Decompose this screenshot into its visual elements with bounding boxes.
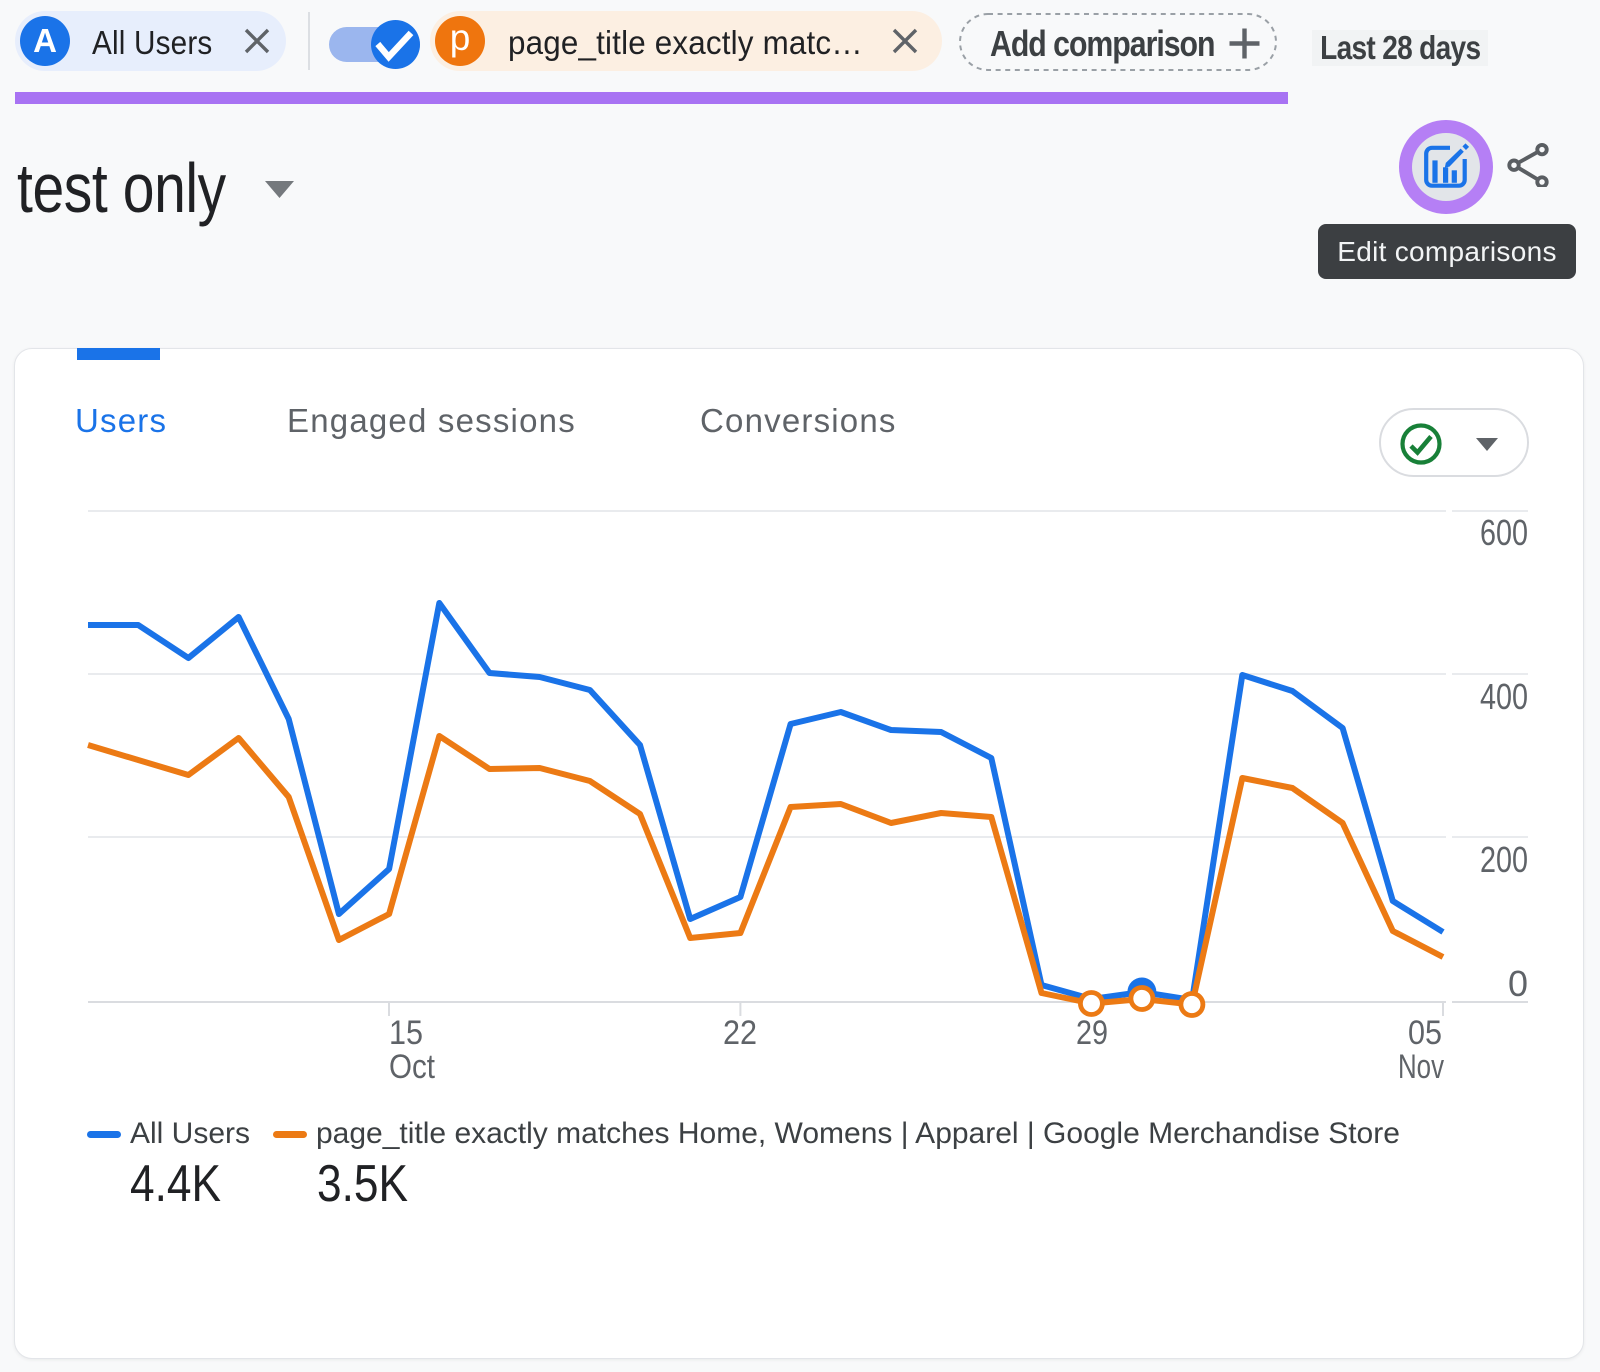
svg-text:600: 600 (1480, 512, 1528, 553)
svg-text:15: 15 (389, 1014, 423, 1052)
svg-text:400: 400 (1480, 676, 1528, 717)
svg-text:22: 22 (723, 1014, 757, 1052)
svg-text:29: 29 (1076, 1014, 1108, 1052)
svg-text:05: 05 (1408, 1014, 1442, 1052)
svg-text:200: 200 (1480, 839, 1528, 880)
svg-text:Nov: Nov (1398, 1048, 1444, 1086)
svg-text:0: 0 (1508, 963, 1528, 1004)
svg-text:Oct: Oct (389, 1048, 435, 1086)
